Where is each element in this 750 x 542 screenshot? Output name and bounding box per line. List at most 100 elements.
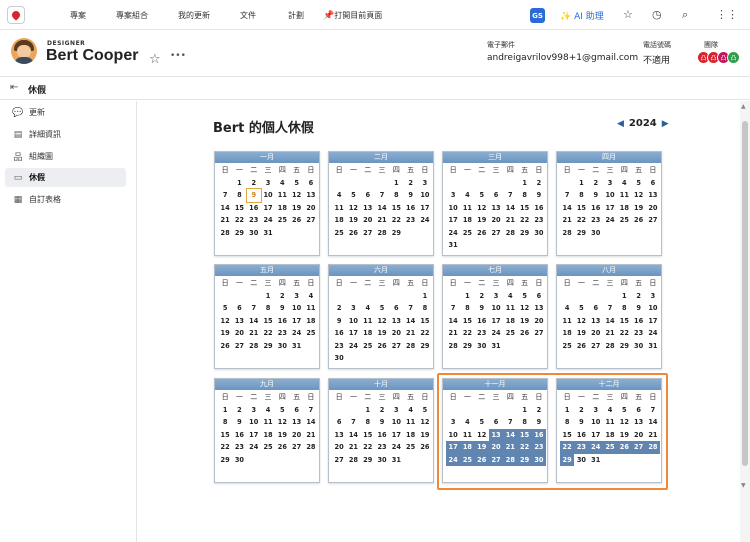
ai-assistant-button[interactable]: ✨ AI 助理 [560,9,604,22]
day-cell[interactable]: 16 [375,429,389,442]
day-cell[interactable]: 17 [247,429,261,442]
day-cell[interactable]: 4 [361,302,375,315]
day-cell[interactable]: 27 [389,340,403,353]
day-cell[interactable]: 5 [346,189,360,202]
day-cell[interactable]: 22 [574,214,588,227]
day-cell[interactable]: 18 [304,315,318,328]
day-cell[interactable]: 22 [261,327,275,340]
day-cell[interactable]: 4 [503,290,517,303]
day-cell[interactable]: 17 [489,315,503,328]
day-cell[interactable]: 31 [646,340,660,353]
search-icon[interactable]: ⌕ [682,8,688,22]
day-cell[interactable]: 13 [304,189,318,202]
day-cell[interactable]: 8 [261,302,275,315]
day-cell[interactable]: 11 [332,202,346,215]
day-cell[interactable]: 27 [232,340,246,353]
day-cell[interactable]: 10 [646,302,660,315]
day-cell[interactable]: 17 [418,202,432,215]
day-cell[interactable]: 11 [361,315,375,328]
day-cell[interactable]: 27 [589,340,603,353]
day-cell[interactable]: 19 [275,429,289,442]
team-avatars[interactable]: 凸凸凸凸 [697,51,740,64]
day-cell[interactable]: 25 [503,327,517,340]
day-cell[interactable]: 26 [574,340,588,353]
day-cell[interactable]: 21 [503,214,517,227]
day-cell[interactable]: 14 [304,416,318,429]
sidebar-item-time-off[interactable]: ▭ 休假 [5,168,126,187]
day-cell[interactable]: 23 [532,214,546,227]
more-options-icon[interactable]: ••• [170,51,186,61]
day-cell[interactable]: 2 [589,177,603,190]
day-cell[interactable]: 22 [617,327,631,340]
day-cell[interactable]: 4 [304,290,318,303]
day-cell[interactable]: 17 [261,202,275,215]
day-cell[interactable]: 6 [232,302,246,315]
day-cell[interactable]: 14 [218,202,232,215]
day-cell[interactable]: 23 [475,327,489,340]
day-cell[interactable]: 5 [631,177,645,190]
day-cell[interactable]: 5 [275,404,289,417]
email-value[interactable]: andreigavrilov998+1@gmail.com [487,53,638,63]
day-cell[interactable]: 2 [631,290,645,303]
day-cell[interactable]: 19 [418,429,432,442]
day-cell[interactable]: 20 [589,327,603,340]
day-cell[interactable]: 14 [503,202,517,215]
day-cell[interactable]: 13 [489,202,503,215]
day-cell[interactable]: 28 [247,340,261,353]
day-cell[interactable]: 15 [361,429,375,442]
day-cell[interactable]: 12 [475,202,489,215]
day-cell[interactable]: 23 [247,214,261,227]
sidebar-item-custom-forms[interactable]: ▦ 自訂表格 [5,190,126,209]
day-cell[interactable]: 24 [389,441,403,454]
day-cell[interactable]: 23 [275,327,289,340]
day-cell[interactable]: 26 [475,227,489,240]
day-cell[interactable]: 10 [261,189,275,202]
day-cell[interactable]: 10 [247,416,261,429]
day-cell[interactable]: 2 [403,177,417,190]
day-cell[interactable]: 14 [603,315,617,328]
day-cell[interactable]: 3 [247,404,261,417]
day-cell[interactable]: 4 [261,404,275,417]
day-cell[interactable]: 10 [489,302,503,315]
day-cell[interactable]: 3 [446,189,460,202]
day-cell[interactable]: 20 [646,202,660,215]
day-cell[interactable]: 18 [275,202,289,215]
day-cell[interactable]: 11 [460,202,474,215]
day-cell[interactable]: 16 [589,202,603,215]
day-cell[interactable]: 24 [489,327,503,340]
previous-year-icon[interactable]: ◀ [617,119,624,129]
day-cell[interactable]: 1 [218,404,232,417]
day-cell[interactable]: 23 [332,340,346,353]
day-cell[interactable]: 3 [289,290,303,303]
day-cell[interactable]: 23 [631,327,645,340]
day-cell[interactable]: 31 [389,454,403,467]
apps-grid-icon[interactable]: ⋮⋮ [716,8,738,21]
day-cell[interactable]: 1 [574,177,588,190]
day-cell[interactable]: 5 [289,177,303,190]
day-cell[interactable]: 12 [418,416,432,429]
day-cell[interactable]: 7 [218,189,232,202]
day-cell[interactable]: 6 [289,404,303,417]
day-cell[interactable]: 31 [446,239,460,252]
day-cell[interactable]: 5 [517,290,531,303]
day-cell[interactable]: 30 [375,454,389,467]
day-cell[interactable]: 10 [346,315,360,328]
day-cell[interactable]: 24 [247,441,261,454]
day-cell[interactable]: 11 [261,416,275,429]
day-cell[interactable]: 9 [532,189,546,202]
day-cell[interactable]: 30 [332,352,346,365]
day-cell[interactable]: 24 [289,327,303,340]
day-cell[interactable]: 7 [346,416,360,429]
day-cell[interactable]: 7 [375,189,389,202]
day-cell[interactable]: 18 [460,214,474,227]
gs-badge[interactable]: GS [530,8,545,23]
day-cell[interactable]: 5 [475,189,489,202]
day-cell[interactable]: 28 [346,454,360,467]
day-cell[interactable]: 20 [389,327,403,340]
day-cell[interactable]: 9 [403,189,417,202]
day-cell[interactable]: 7 [503,189,517,202]
day-cell[interactable]: 29 [389,227,403,240]
day-cell[interactable]: 14 [375,202,389,215]
day-cell[interactable]: 20 [532,315,546,328]
day-cell[interactable]: 4 [275,177,289,190]
